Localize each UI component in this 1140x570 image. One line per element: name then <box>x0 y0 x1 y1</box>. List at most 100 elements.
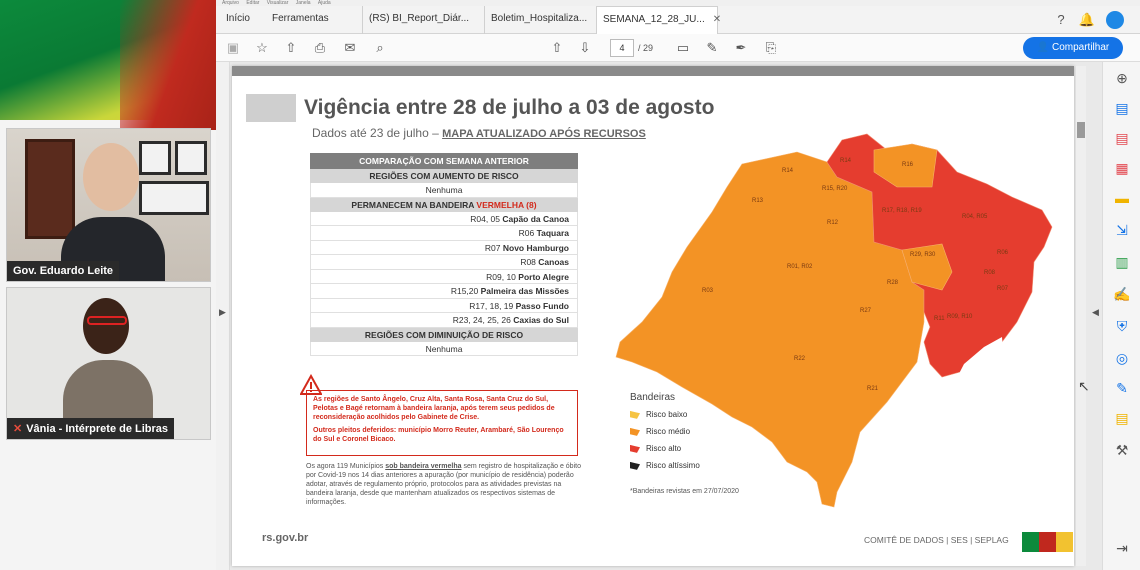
avatar[interactable] <box>1106 11 1124 29</box>
flag-red-stripe <box>120 0 216 130</box>
flag-icon-black <box>630 461 640 470</box>
tab-doc-boletim[interactable]: Boletim_Hospitaliza... <box>484 6 596 34</box>
map-label: R22 <box>794 356 806 362</box>
table-row: R15,20 Palmeira das Missões <box>310 284 578 299</box>
map-label: R21 <box>867 386 879 392</box>
comment-tool-icon[interactable]: ▬ <box>1112 188 1132 208</box>
export-pdf-icon[interactable]: ▤ <box>1112 128 1132 148</box>
page-title: Vigência entre 28 de julho a 03 de agost… <box>304 96 715 119</box>
map-label: R14 <box>782 168 794 174</box>
pdf-page: Vigência entre 28 de julho a 03 de agost… <box>232 66 1074 566</box>
right-tools-sidebar: ⊕ ▤ ▤ ▦ ▬ ⇲ ▥ ✍ ⛨ ◎ ✎ ▤ ⚒ ⇥ <box>1102 62 1140 570</box>
tab-bar: Início Ferramentas (RS) BI_Report_Diár..… <box>216 6 1140 34</box>
notifications-icon[interactable]: 🔔 <box>1078 11 1096 29</box>
interpreter-video[interactable]: ✕ Vânia - Intérprete de Libras <box>6 287 211 440</box>
tab-home[interactable]: Início <box>226 6 250 34</box>
email-icon[interactable]: ✉ <box>341 39 359 57</box>
legend-label: Risco alto <box>646 444 682 453</box>
toolbar: ▣ ☆ ⇧ ⎙ ✉ ⌕ ⇧ ⇩ 4 / 29 ▭ ✎ ✒ ⎘ 👤 Compart… <box>216 34 1140 62</box>
protect-icon[interactable]: ⛨ <box>1112 316 1132 336</box>
document-area: ▶ Vigência entre 28 de julho a 03 de ago… <box>216 62 1102 570</box>
close-tab-icon[interactable]: ✕ <box>713 14 721 25</box>
send-pdf-icon[interactable]: ⇲ <box>1112 220 1132 240</box>
page-header-bar <box>232 66 1074 76</box>
map-label: R04, R05 <box>962 214 988 220</box>
warning-text: As regiões de Santo Ângelo, Cruz Alta, S… <box>313 396 555 421</box>
chevron-right-icon[interactable]: ▶ <box>219 307 226 318</box>
share-button[interactable]: 👤 Compartilhar <box>1023 37 1123 59</box>
help-icon[interactable]: ? <box>1052 11 1070 29</box>
scan-icon[interactable]: ◎ <box>1112 348 1132 368</box>
more-tools-icon[interactable]: ⚒ <box>1112 440 1132 460</box>
tab-doc-semana[interactable]: SEMANA_12_28_JU... ✕ <box>596 6 721 34</box>
row-city: Caxias do Sul <box>513 315 569 325</box>
stay-header: PERMANECEM NA BANDEIRA VERMELHA (8) <box>310 197 578 212</box>
decrease-header: REGIÕES COM DIMINUIÇÃO DE RISCO <box>310 327 578 342</box>
print-icon[interactable]: ⎙ <box>311 39 329 57</box>
row-city: Capão da Canoa <box>502 213 569 224</box>
sign-icon[interactable]: ✒ <box>732 39 750 57</box>
row-codes: R15,20 <box>450 286 479 296</box>
map-label: R13 <box>752 198 764 204</box>
mouse-cursor-icon: ↖ <box>1078 378 1090 394</box>
map-label: R14 <box>840 158 852 164</box>
flag-icon-yellow <box>630 410 640 419</box>
row-codes: R04, 05 <box>470 213 501 224</box>
legend-label: Risco baixo <box>646 410 688 419</box>
stamp-icon[interactable]: ⎘ <box>762 39 780 57</box>
tab-tools[interactable]: Ferramentas <box>272 6 329 34</box>
warning-box: As regiões de Santo Ângelo, Cruz Alta, S… <box>306 390 578 456</box>
header-block <box>246 94 296 122</box>
save-icon[interactable]: ▣ <box>224 39 242 57</box>
row-city: Palmeira das Missões <box>480 286 569 296</box>
footnote-prefix: Os agora 119 Municípios <box>306 463 386 470</box>
stamp-tool-icon[interactable]: ▤ <box>1112 408 1132 428</box>
row-city: Novo Hamburgo <box>502 242 569 253</box>
row-codes: R09, 10 <box>486 271 516 282</box>
chevron-left-icon[interactable]: ◀ <box>1092 307 1099 318</box>
zoom-in-icon[interactable]: ⊕ <box>1112 68 1132 88</box>
excel-export-icon[interactable]: ▥ <box>1112 252 1132 272</box>
legend-note: *Bandeiras revistas em 27/07/2020 <box>630 488 739 495</box>
video-panel: Gov. Eduardo Leite ✕ Vânia - Intérprete d… <box>0 0 216 570</box>
create-pdf-icon[interactable]: ▤ <box>1112 98 1132 118</box>
map-label: R03 <box>702 288 714 294</box>
vertical-scrollbar[interactable] <box>1076 66 1086 566</box>
scroll-thumb[interactable] <box>1077 122 1085 138</box>
row-codes: R08 <box>520 257 536 267</box>
page-up-icon[interactable]: ⇧ <box>548 39 566 57</box>
table-row: R17, 18, 19 Passo Fundo <box>310 298 578 313</box>
legend-item: Risco baixo <box>630 409 700 426</box>
map-label: R07 <box>997 286 1009 292</box>
pen-icon[interactable]: ✎ <box>703 39 721 57</box>
map-label: R06 <box>997 250 1009 256</box>
increase-value: Nenhuma <box>310 183 578 198</box>
bookmark-star-icon[interactable]: ☆ <box>253 39 271 57</box>
table-row: R07 Novo Hamburgo <box>310 240 578 255</box>
stay-header-flag: VERMELHA (8) <box>476 199 537 210</box>
organize-pages-icon[interactable]: ▦ <box>1112 158 1132 178</box>
zoom-search-icon[interactable]: ⌕ <box>371 39 389 57</box>
upload-cloud-icon[interactable]: ⇧ <box>282 39 300 57</box>
fill-sign-icon[interactable]: ✍ <box>1112 284 1132 304</box>
map-label: R28 <box>887 280 899 286</box>
decrease-value: Nenhuma <box>310 341 578 356</box>
presenter-video[interactable]: Gov. Eduardo Leite <box>6 128 211 282</box>
table-row: R04, 05 Capão da Canoa <box>310 211 578 226</box>
background-door <box>25 139 75 239</box>
tab-doc-report[interactable]: (RS) BI_Report_Diár... <box>362 6 484 34</box>
page-down-icon[interactable]: ⇩ <box>576 39 594 57</box>
row-codes: R23, 24, 25, 26 <box>452 315 511 325</box>
credits: COMITÊ DE DADOS | SES | SEPLAG <box>864 535 1009 545</box>
collapse-panel-icon[interactable]: ⇥ <box>1112 538 1132 558</box>
stay-header-prefix: PERMANECEM NA BANDEIRA <box>351 199 477 210</box>
edit-icon[interactable]: ✎ <box>1112 378 1132 398</box>
comment-icon[interactable]: ▭ <box>674 39 692 57</box>
left-panel-toggle[interactable]: ▶ <box>216 62 230 570</box>
row-city: Porto Alegre <box>518 271 569 282</box>
page-number-input[interactable]: 4 <box>610 39 634 57</box>
page-total: / 29 <box>638 43 654 53</box>
wall-frame <box>139 141 171 175</box>
map-label: R15, R20 <box>822 186 848 192</box>
map-label: R08 <box>984 270 996 276</box>
